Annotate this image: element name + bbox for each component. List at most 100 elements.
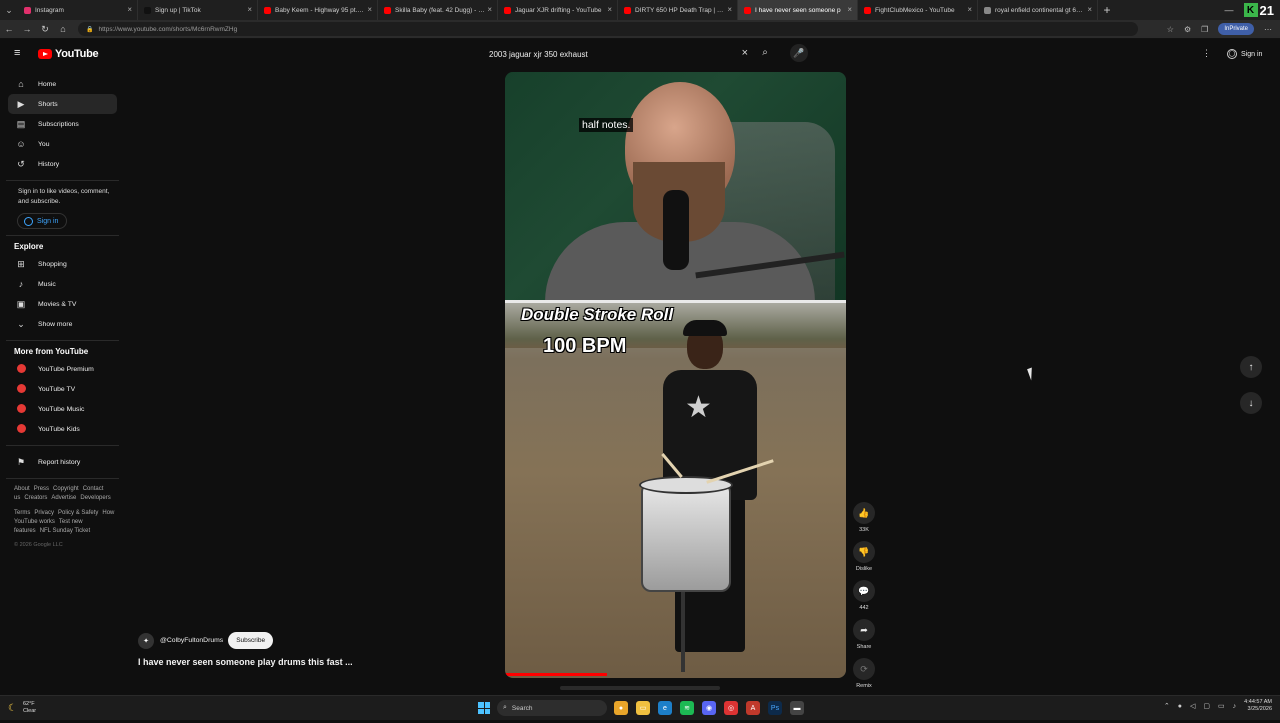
- refresh-button[interactable]: ↻: [36, 24, 54, 35]
- sidebar-item-home[interactable]: ⌂ Home: [8, 74, 117, 94]
- close-icon[interactable]: ×: [127, 5, 132, 14]
- sidebar-item-youtube-kids[interactable]: YouTube Kids: [8, 419, 117, 439]
- browser-tab[interactable]: I have never seen someone p ×: [738, 0, 858, 20]
- address-bar[interactable]: 🔒 https://www.youtube.com/shorts/Mc6rnRw…: [78, 22, 1138, 36]
- battery-icon[interactable]: ▭: [1218, 702, 1225, 710]
- share-button[interactable]: ➦: [853, 619, 875, 641]
- sidebar-item-youtube-premium[interactable]: YouTube Premium: [8, 359, 117, 379]
- next-short-button[interactable]: ↓: [1240, 392, 1262, 414]
- footer-link[interactable]: Privacy: [34, 510, 54, 516]
- sidebar-item-show-more[interactable]: ⌄ Show more: [8, 314, 117, 334]
- channel-avatar[interactable]: ✦: [138, 632, 154, 649]
- youtube-logo[interactable]: YouTube: [38, 48, 99, 60]
- network-icon[interactable]: ▢: [1203, 702, 1210, 710]
- speaker-icon[interactable]: ♪: [1233, 703, 1237, 710]
- like-button[interactable]: 👍: [853, 502, 875, 524]
- sidebar-item-youtube-music[interactable]: YouTube Music: [8, 399, 117, 419]
- sidebar-sign-in-button[interactable]: Sign in: [17, 213, 67, 229]
- browser-menu-icon[interactable]: ⋯: [1264, 25, 1272, 34]
- footer-link[interactable]: Policy & Safety: [58, 510, 98, 516]
- chevron-up-icon[interactable]: ⌃: [1164, 702, 1170, 710]
- extensions-icon[interactable]: ⚙: [1184, 25, 1191, 34]
- browser-tab[interactable]: FightClubMexico - YouTube ×: [858, 0, 978, 20]
- volume-icon[interactable]: ◁: [1190, 702, 1195, 710]
- close-icon[interactable]: ×: [967, 5, 972, 14]
- tab-favicon-icon: [624, 6, 631, 14]
- file-explorer-icon[interactable]: ▭: [636, 701, 650, 715]
- browser-tab[interactable]: Jaguar XJR drifting - YouTube ×: [498, 0, 618, 20]
- sidebar: ⌂ Home ▶ Shorts ▤ Subscriptions ☺ You ↺ History S…: [0, 69, 125, 695]
- hamburger-menu-icon[interactable]: ≡: [14, 48, 25, 59]
- weather-widget[interactable]: ☾ 62°F Clear: [8, 701, 36, 715]
- browser-tab[interactable]: Sign up | TikTok ×: [138, 0, 258, 20]
- sidebar-item-history[interactable]: ↺ History: [8, 154, 117, 174]
- previous-short-button[interactable]: ↑: [1240, 356, 1262, 378]
- footer-link[interactable]: NFL Sunday Ticket: [40, 528, 90, 534]
- close-icon[interactable]: ×: [1087, 5, 1092, 14]
- video-title[interactable]: I have never seen someone play drums thi…: [138, 657, 353, 667]
- microphone-tray-icon[interactable]: ●: [1178, 703, 1182, 710]
- tab-actions-menu[interactable]: ⌄: [0, 0, 18, 20]
- footer-link[interactable]: Advertise: [51, 495, 76, 501]
- favorite-star-icon[interactable]: ☆: [1167, 25, 1174, 34]
- taskbar-search[interactable]: ⌕ Search: [497, 700, 607, 716]
- browser-tab[interactable]: Baby Keem - Highway 95 pt. 2 (Of ×: [258, 0, 378, 20]
- footer-link[interactable]: Copyright: [53, 486, 79, 492]
- forward-button[interactable]: →: [18, 24, 36, 34]
- system-clock[interactable]: 4:44:57 AM 3/25/2026: [1244, 699, 1272, 713]
- footer-link[interactable]: Creators: [24, 495, 47, 501]
- comments-button[interactable]: 💬: [853, 580, 875, 602]
- collections-icon[interactable]: ❐: [1201, 25, 1208, 34]
- close-icon[interactable]: ×: [607, 5, 612, 14]
- video-progress-bar[interactable]: [505, 673, 608, 676]
- remix-button[interactable]: ⟳: [853, 658, 875, 680]
- video-overlay-title: Double Stroke Roll: [521, 305, 674, 324]
- close-icon[interactable]: ×: [727, 5, 732, 14]
- dislike-button[interactable]: 👎: [853, 541, 875, 563]
- photoshop-icon[interactable]: Ps: [768, 701, 782, 715]
- subscribe-button[interactable]: Subscribe: [228, 632, 274, 649]
- sidebar-item-movies-tv[interactable]: ▣ Movies & TV: [8, 294, 117, 314]
- sidebar-item-you[interactable]: ☺ You: [8, 134, 117, 154]
- windows-start-icon[interactable]: [478, 702, 490, 714]
- browser-tab[interactable]: royal enfield continental gt 650 b ×: [978, 0, 1098, 20]
- channel-name[interactable]: @ColbyFultonDrums: [160, 637, 223, 644]
- sidebar-item-shopping[interactable]: ⊞ Shopping: [8, 254, 117, 274]
- sidebar-item-youtube-tv[interactable]: YouTube TV: [8, 379, 117, 399]
- home-button[interactable]: ⌂: [54, 24, 72, 34]
- inprivate-badge[interactable]: InPrivate: [1218, 23, 1254, 35]
- sidebar-item-subscriptions[interactable]: ▤ Subscriptions: [8, 114, 117, 134]
- footer-link[interactable]: Press: [34, 486, 49, 492]
- settings-more-icon[interactable]: ⋮: [1202, 48, 1211, 59]
- spotify-icon[interactable]: ≋: [680, 701, 694, 715]
- chrome-icon[interactable]: ●: [614, 701, 628, 715]
- close-icon[interactable]: ×: [367, 5, 372, 14]
- close-icon[interactable]: ×: [247, 5, 252, 14]
- close-icon[interactable]: ×: [487, 5, 492, 14]
- browser-tab[interactable]: Skilla Baby (feat. 42 Dugg) - Went ×: [378, 0, 498, 20]
- app-red-icon[interactable]: ◎: [724, 701, 738, 715]
- back-button[interactable]: ←: [0, 24, 18, 34]
- sidebar-item-shorts[interactable]: ▶ Shorts: [8, 94, 117, 114]
- close-icon[interactable]: ×: [847, 5, 852, 14]
- browser-tab[interactable]: DIRTY 650 HP Death Trap | Big Tu×: [618, 0, 738, 20]
- sign-in-button[interactable]: ◯ Sign in: [1221, 46, 1268, 62]
- search-input[interactable]: 2003 jaguar xjr 350 exhaust ×: [484, 44, 754, 64]
- footer-link[interactable]: About: [14, 486, 30, 492]
- browser-tab[interactable]: Instagram ×: [18, 0, 138, 20]
- footer-link[interactable]: Developers: [80, 495, 110, 501]
- terminal-icon[interactable]: ▬: [790, 701, 804, 715]
- acrobat-icon[interactable]: A: [746, 701, 760, 715]
- microphone-icon[interactable]: 🎤: [790, 44, 808, 62]
- minimize-button[interactable]: —: [1225, 5, 1234, 15]
- edge-icon[interactable]: e: [658, 701, 672, 715]
- search-icon[interactable]: ⌕: [757, 47, 773, 61]
- short-video-player[interactable]: half notes. ★ Double Stroke Roll 100 BPM: [505, 72, 846, 678]
- clear-search-icon[interactable]: ×: [742, 47, 748, 59]
- sidebar-item-music[interactable]: ♪ Music: [8, 274, 117, 294]
- chevron-down-icon: ⌄: [17, 318, 25, 329]
- footer-link[interactable]: Terms: [14, 510, 30, 516]
- sidebar-item-report-history[interactable]: ⚑ Report history: [8, 452, 117, 472]
- discord-icon[interactable]: ◉: [702, 701, 716, 715]
- new-tab-button[interactable]: +: [1098, 3, 1116, 17]
